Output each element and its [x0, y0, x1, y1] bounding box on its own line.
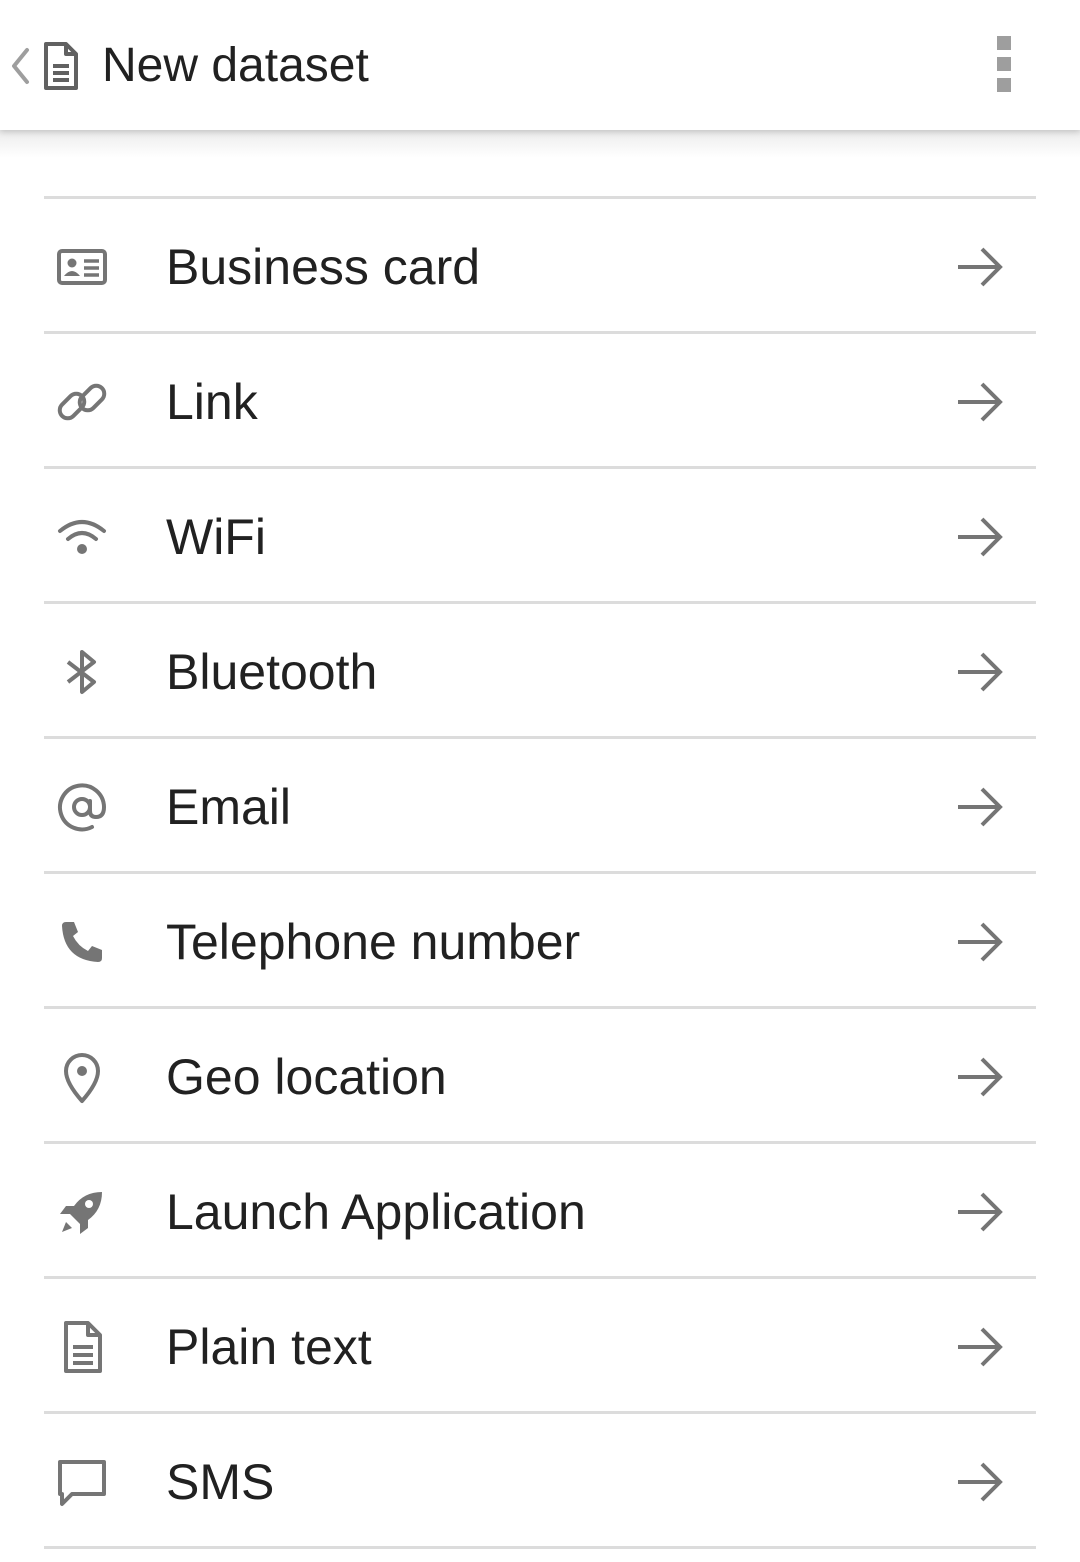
list-item-label: Geo location	[166, 1049, 447, 1105]
arrow-right-icon	[952, 376, 1008, 428]
wifi-icon	[54, 509, 110, 565]
list-item-email[interactable]: Email	[44, 739, 1036, 874]
arrow-right-icon	[952, 1321, 1008, 1373]
rocket-icon	[54, 1184, 110, 1240]
arrow-right-icon	[952, 646, 1008, 698]
bluetooth-icon	[54, 644, 110, 700]
list-item-label: Link	[166, 374, 258, 430]
chevron-left-icon	[12, 48, 29, 84]
list-item-label: Telephone number	[166, 914, 581, 970]
list-item-plain-text[interactable]: Plain text	[44, 1279, 1036, 1414]
list-item-label: Plain text	[166, 1319, 372, 1375]
arrow-right-icon	[952, 1456, 1008, 1508]
list-item-launch-application[interactable]: Launch Application	[44, 1144, 1036, 1279]
overflow-menu-button[interactable]	[980, 32, 1028, 96]
app-bar-shadow	[0, 130, 1080, 158]
list-item-label: Email	[166, 779, 292, 835]
list-item-wifi[interactable]: WiFi	[44, 469, 1036, 604]
list-item-label: SMS	[166, 1454, 275, 1510]
business-card-icon	[54, 239, 110, 295]
phone-icon	[54, 914, 110, 970]
location-pin-icon	[54, 1049, 110, 1105]
arrow-right-icon	[952, 511, 1008, 563]
dataset-type-list: Business card Link WiFi Bluetooth Email …	[44, 196, 1036, 1549]
arrow-right-icon	[952, 241, 1008, 293]
link-icon	[54, 374, 110, 430]
arrow-right-icon	[952, 1186, 1008, 1238]
list-item-geo-location[interactable]: Geo location	[44, 1009, 1036, 1144]
arrow-right-icon	[952, 1051, 1008, 1103]
chat-bubble-icon	[54, 1454, 110, 1510]
list-item-label: Business card	[166, 239, 481, 295]
list-item-bluetooth[interactable]: Bluetooth	[44, 604, 1036, 739]
arrow-right-icon	[952, 781, 1008, 833]
list-item-link[interactable]: Link	[44, 334, 1036, 469]
app-bar: New dataset	[0, 0, 1080, 130]
arrow-right-icon	[952, 916, 1008, 968]
list-item-sms[interactable]: SMS	[44, 1414, 1036, 1549]
page-title: New dataset	[102, 39, 369, 92]
document-icon	[42, 40, 80, 92]
list-item-label: WiFi	[166, 509, 266, 565]
list-item-telephone[interactable]: Telephone number	[44, 874, 1036, 1009]
document-icon	[54, 1319, 110, 1375]
list-item-label: Launch Application	[166, 1184, 586, 1240]
back-button[interactable]	[4, 40, 36, 92]
email-at-icon	[54, 779, 110, 835]
list-item-business-card[interactable]: Business card	[44, 199, 1036, 334]
list-item-label: Bluetooth	[166, 644, 378, 700]
more-vert-icon	[997, 36, 1011, 92]
